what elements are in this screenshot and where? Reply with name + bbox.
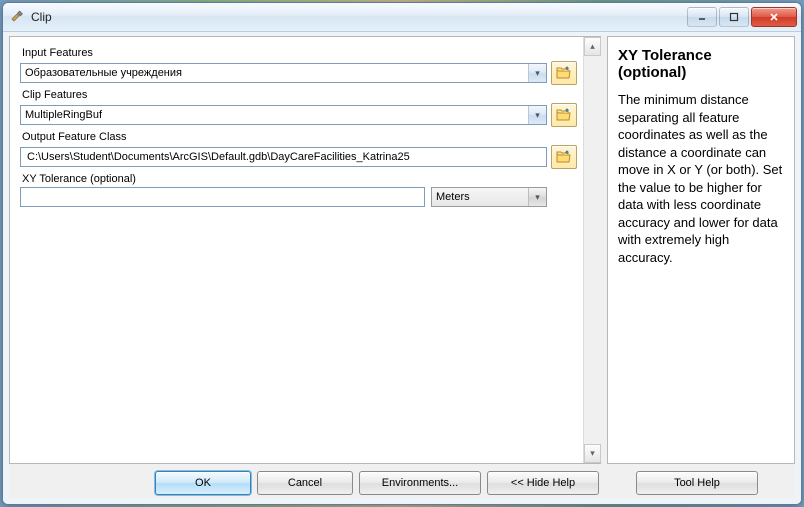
xy-tolerance-row: Meters ▾ [20, 187, 577, 207]
clip-features-dropdown[interactable]: MultipleRingBuf ▾ [20, 105, 547, 125]
help-pane: XY Tolerance (optional) The minimum dist… [607, 36, 795, 464]
vertical-scrollbar[interactable]: ▴ ▾ [583, 37, 601, 463]
ok-button[interactable]: OK [155, 471, 251, 495]
parameters-inner: Input Features Образовательные учреждени… [10, 37, 583, 463]
input-features-row: Образовательные учреждения ▾ [20, 61, 577, 85]
chevron-down-icon[interactable]: ▾ [528, 188, 546, 206]
help-footer: Tool Help [599, 471, 789, 495]
hide-help-button[interactable]: << Hide Help [487, 471, 599, 495]
close-button[interactable] [751, 7, 797, 27]
titlebar[interactable]: Clip [3, 3, 801, 32]
output-fc-text[interactable] [25, 150, 542, 164]
environments-button[interactable]: Environments... [359, 471, 481, 495]
window-title: Clip [31, 10, 685, 24]
output-fc-input[interactable] [20, 147, 547, 167]
input-features-label: Input Features [22, 47, 577, 59]
chevron-down-icon[interactable]: ▾ [528, 64, 546, 82]
help-title: XY Tolerance (optional) [618, 47, 784, 81]
cancel-button[interactable]: Cancel [257, 471, 353, 495]
client-area: Input Features Образовательные учреждени… [3, 32, 801, 504]
minimize-button[interactable] [687, 7, 717, 27]
button-row: OK Cancel Environments... << Hide Help T… [9, 464, 795, 498]
clip-features-value: MultipleRingBuf [21, 109, 528, 121]
xy-tolerance-unit-dropdown[interactable]: Meters ▾ [431, 187, 547, 207]
xy-tolerance-label: XY Tolerance (optional) [22, 173, 577, 185]
chevron-down-icon[interactable]: ▾ [528, 106, 546, 124]
scroll-up-icon[interactable]: ▴ [584, 37, 601, 56]
output-fc-row [20, 145, 577, 169]
output-fc-label: Output Feature Class [22, 131, 577, 143]
help-body: The minimum distance separating all feat… [618, 91, 784, 266]
xy-tolerance-text[interactable] [25, 190, 420, 204]
maximize-button[interactable] [719, 7, 749, 27]
clip-features-label: Clip Features [22, 89, 577, 101]
content-row: Input Features Образовательные учреждени… [9, 36, 795, 464]
parameters-pane: Input Features Образовательные учреждени… [9, 36, 601, 464]
clip-features-row: MultipleRingBuf ▾ [20, 103, 577, 127]
browse-input-features-button[interactable] [551, 61, 577, 85]
xy-tolerance-input[interactable] [20, 187, 425, 207]
input-features-value: Образовательные учреждения [21, 67, 528, 79]
scroll-down-icon[interactable]: ▾ [584, 444, 601, 463]
browse-output-fc-button[interactable] [551, 145, 577, 169]
clip-tool-window: Clip Input Features Образовательные учре… [2, 2, 802, 505]
browse-clip-features-button[interactable] [551, 103, 577, 127]
app-hammer-icon [9, 9, 25, 25]
tool-help-button[interactable]: Tool Help [636, 471, 758, 495]
xy-tolerance-unit-value: Meters [436, 191, 528, 203]
scroll-track[interactable] [584, 56, 601, 444]
input-features-dropdown[interactable]: Образовательные учреждения ▾ [20, 63, 547, 83]
